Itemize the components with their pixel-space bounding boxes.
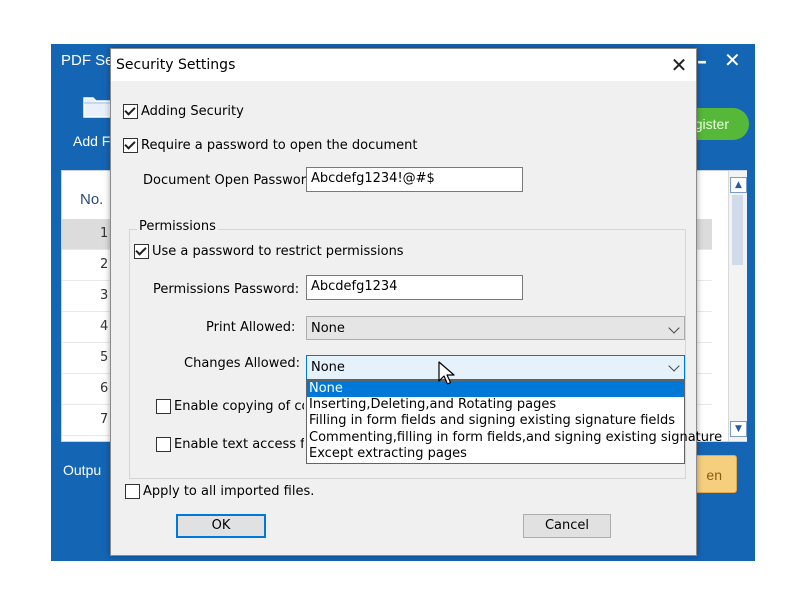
enable-text-access-checkbox[interactable]	[156, 437, 171, 452]
vertical-scrollbar[interactable]: ▲ ▼	[728, 171, 747, 441]
row-number: 5	[100, 350, 109, 365]
security-settings-dialog: Security Settings ✕ Adding Security Requ…	[110, 48, 722, 556]
chevron-down-icon	[668, 360, 680, 372]
apply-all-checkbox[interactable]	[125, 484, 140, 499]
changes-allowed-label: Changes Allowed:	[184, 356, 301, 371]
open-password-field[interactable]: Abcdefg1234!@#$	[306, 167, 523, 192]
dropdown-option[interactable]: Commenting,filling in form fields,and si…	[307, 430, 722, 446]
row-number: 3	[100, 288, 109, 303]
open-password-label: Document Open Password:	[143, 173, 319, 188]
enable-copying-label[interactable]: Enable copying of con	[174, 399, 304, 414]
permissions-group-label: Permissions	[137, 219, 218, 234]
require-password-label[interactable]: Require a password to open the document	[141, 138, 418, 153]
column-header-no: No.	[80, 191, 104, 208]
output-label: Outpu	[63, 462, 102, 478]
scroll-up-icon[interactable]: ▲	[730, 177, 747, 193]
print-allowed-select[interactable]: None	[306, 316, 685, 340]
row-number: 4	[100, 319, 109, 334]
dropdown-option[interactable]: Filling in form fields and signing exist…	[307, 413, 684, 429]
mouse-cursor-icon	[438, 361, 455, 385]
use-permissions-password-label[interactable]: Use a password to restrict permissions	[152, 244, 404, 259]
apply-all-label[interactable]: Apply to all imported files.	[143, 484, 314, 499]
print-allowed-label: Print Allowed:	[206, 320, 296, 335]
dialog-title: Security Settings	[116, 57, 236, 73]
dropdown-option[interactable]: Except extracting pages	[307, 446, 684, 462]
close-icon[interactable]: ✕	[666, 52, 692, 78]
changes-allowed-select[interactable]: None	[306, 355, 685, 380]
dropdown-option[interactable]: None	[307, 381, 684, 398]
chevron-down-icon	[668, 322, 680, 334]
cancel-button[interactable]: Cancel	[523, 514, 611, 538]
adding-security-checkbox[interactable]	[123, 104, 138, 119]
app-close-button[interactable]: ✕	[724, 48, 741, 72]
print-allowed-value: None	[311, 321, 345, 336]
dialog-titlebar: Security Settings ✕	[111, 49, 696, 81]
row-number: 1	[100, 226, 109, 241]
scroll-down-icon[interactable]: ▼	[730, 421, 747, 437]
permissions-password-field[interactable]: Abcdefg1234	[306, 275, 523, 300]
ok-button[interactable]: OK	[176, 514, 266, 538]
changes-allowed-dropdown-list: None Inserting,Deleting,and Rotating pag…	[306, 380, 722, 464]
minimize-button[interactable]: –	[697, 49, 707, 73]
row-number: 6	[100, 381, 109, 396]
scroll-thumb[interactable]	[732, 195, 743, 265]
changes-allowed-value: None	[311, 360, 345, 375]
adding-security-label[interactable]: Adding Security	[141, 104, 244, 119]
row-number: 7	[100, 412, 109, 427]
folder-icon[interactable]	[83, 94, 111, 118]
use-permissions-password-checkbox[interactable]	[134, 244, 149, 259]
enable-copying-checkbox[interactable]	[156, 399, 171, 414]
app-title: PDF Se	[61, 52, 114, 69]
permissions-password-label: Permissions Password:	[153, 282, 300, 297]
enable-text-access-label[interactable]: Enable text access fo	[174, 437, 304, 452]
row-number: 2	[100, 257, 109, 272]
dropdown-option[interactable]: Inserting,Deleting,and Rotating pages	[307, 397, 684, 413]
require-password-checkbox[interactable]	[123, 138, 138, 153]
add-files-button[interactable]: Add F	[73, 133, 110, 149]
